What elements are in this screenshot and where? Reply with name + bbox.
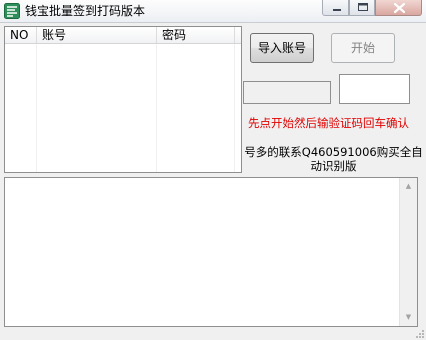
column-header-account[interactable]: 账号 — [37, 27, 157, 43]
column-divider — [36, 44, 37, 172]
start-button[interactable]: 开始 — [331, 33, 395, 63]
account-list-header: NO 账号 密码 — [5, 27, 241, 44]
column-divider — [234, 44, 235, 172]
vertical-scrollbar[interactable]: ▲ ▼ — [399, 178, 417, 326]
app-icon — [4, 3, 20, 19]
status-field — [243, 81, 331, 104]
account-list[interactable]: NO 账号 密码 — [4, 26, 242, 173]
captcha-hint: 先点开始然后输验证码回车确认 — [248, 116, 409, 130]
maximize-button[interactable] — [349, 0, 375, 16]
minimize-button[interactable] — [322, 0, 349, 16]
window-title: 钱宝批量签到打码版本 — [25, 4, 146, 18]
column-divider — [156, 44, 157, 172]
title-bar[interactable]: 钱宝批量签到打码版本 — [0, 0, 426, 23]
import-accounts-button[interactable]: 导入账号 — [250, 33, 314, 63]
close-button[interactable] — [375, 0, 422, 16]
contact-note: 号多的联系Q460591006购买全自动识别版 — [244, 145, 423, 173]
scroll-down-arrow-icon[interactable]: ▼ — [400, 309, 417, 326]
resize-grip-icon[interactable] — [414, 328, 424, 338]
log-textarea[interactable]: ▲ ▼ — [4, 177, 418, 327]
column-header-password[interactable]: 密码 — [157, 27, 235, 43]
captcha-input[interactable] — [339, 74, 410, 104]
scroll-up-arrow-icon[interactable]: ▲ — [400, 178, 417, 195]
close-icon — [393, 2, 406, 14]
minimize-icon — [333, 9, 341, 11]
column-header-no[interactable]: NO — [5, 27, 37, 43]
maximize-icon — [358, 3, 368, 11]
